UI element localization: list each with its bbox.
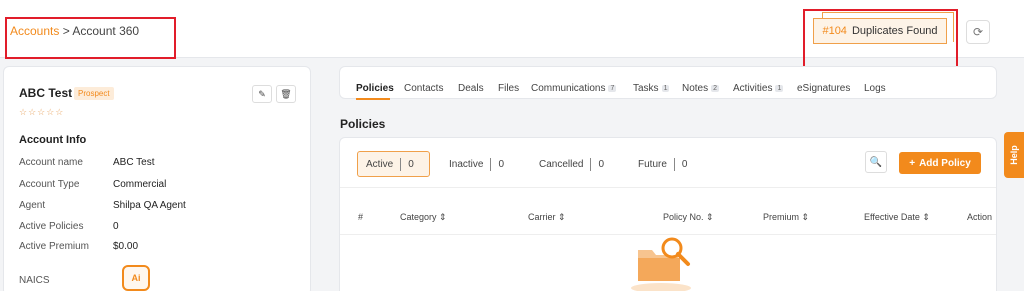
active-tab-indicator (356, 98, 390, 100)
policies-heading: Policies (340, 117, 386, 131)
tab-count-badge: 1 (661, 85, 670, 92)
info-label: Active Premium (19, 241, 90, 252)
annotation-box-breadcrumb (5, 17, 176, 59)
column-header-action: Action (967, 212, 993, 222)
tab-bar: Policies Contacts Deals Files Communicat… (339, 66, 997, 100)
tab-policies[interactable]: Policies (356, 83, 394, 94)
info-value: Shilpa QA Agent (113, 200, 186, 211)
column-header-policy-no[interactable]: Policy No. ⇕ (663, 212, 714, 223)
search-button[interactable]: 🔍 (865, 151, 887, 173)
pencil-icon: ✎ (258, 88, 266, 99)
filter-active[interactable]: Active 0 (357, 151, 430, 177)
tab-tasks[interactable]: Tasks 1 (633, 83, 670, 94)
tab-esignatures[interactable]: eSignatures (797, 83, 850, 94)
help-tab[interactable]: Help (1004, 132, 1024, 178)
policies-card: Active 0 Inactive 0 Cancelled 0 Future 0 🔍 +… (339, 137, 997, 291)
column-header-number: # (358, 212, 364, 222)
status-badge: Prospect (74, 87, 114, 100)
naics-label: NAICS (19, 275, 50, 286)
refresh-button[interactable]: ⟳ (966, 20, 990, 44)
divider (340, 187, 996, 188)
ai-chip-icon[interactable]: Ai (122, 265, 150, 291)
info-label: Account Type (19, 179, 80, 190)
info-value: Commercial (113, 179, 167, 190)
filter-future[interactable]: Future 0 (630, 151, 695, 177)
search-icon: 🔍 (869, 156, 883, 168)
trash-icon: 🗑 (280, 88, 292, 99)
filter-cancelled[interactable]: Cancelled 0 (531, 151, 612, 177)
tab-count-badge: 7 (608, 85, 617, 92)
info-label: Active Policies (19, 221, 84, 232)
tab-files[interactable]: Files (498, 83, 519, 94)
ai-chip-label: Ai (131, 273, 141, 283)
tab-logs[interactable]: Logs (864, 83, 886, 94)
info-value: $0.00 (113, 241, 139, 252)
annotation-box-duplicates (803, 9, 958, 74)
plus-icon: + (909, 157, 916, 169)
filter-inactive[interactable]: Inactive 0 (441, 151, 512, 177)
tab-contacts[interactable]: Contacts (404, 83, 443, 94)
edit-button[interactable]: ✎ (252, 85, 272, 103)
delete-button[interactable]: 🗑 (276, 85, 296, 103)
info-value: 0 (113, 221, 119, 232)
tab-count-badge: 2 (711, 85, 720, 92)
account-card: ABC Test Prospect ☆☆☆☆☆ ✎ 🗑 Account Info… (3, 66, 311, 291)
column-header-premium[interactable]: Premium ⇕ (763, 212, 809, 223)
refresh-icon: ⟳ (972, 25, 984, 39)
tab-communications[interactable]: Communications 7 (531, 83, 617, 94)
column-header-effective-date[interactable]: Effective Date ⇕ (864, 212, 930, 223)
add-policy-button[interactable]: + Add Policy (899, 152, 981, 174)
info-label: Account name (19, 157, 83, 168)
tab-activities[interactable]: Activities 1 (733, 83, 784, 94)
info-value: ABC Test (113, 157, 155, 168)
tab-count-badge: 1 (775, 85, 784, 92)
column-header-category[interactable]: Category ⇕ (400, 212, 447, 223)
section-title-account-info: Account Info (19, 134, 87, 146)
tab-deals[interactable]: Deals (458, 83, 484, 94)
empty-folder-search-icon (631, 237, 691, 291)
rating-stars[interactable]: ☆☆☆☆☆ (19, 107, 64, 118)
tab-notes[interactable]: Notes 2 (682, 83, 720, 94)
account-name: ABC Test (19, 86, 73, 100)
column-header-carrier[interactable]: Carrier ⇕ (528, 212, 566, 223)
info-label: Agent (19, 200, 46, 211)
